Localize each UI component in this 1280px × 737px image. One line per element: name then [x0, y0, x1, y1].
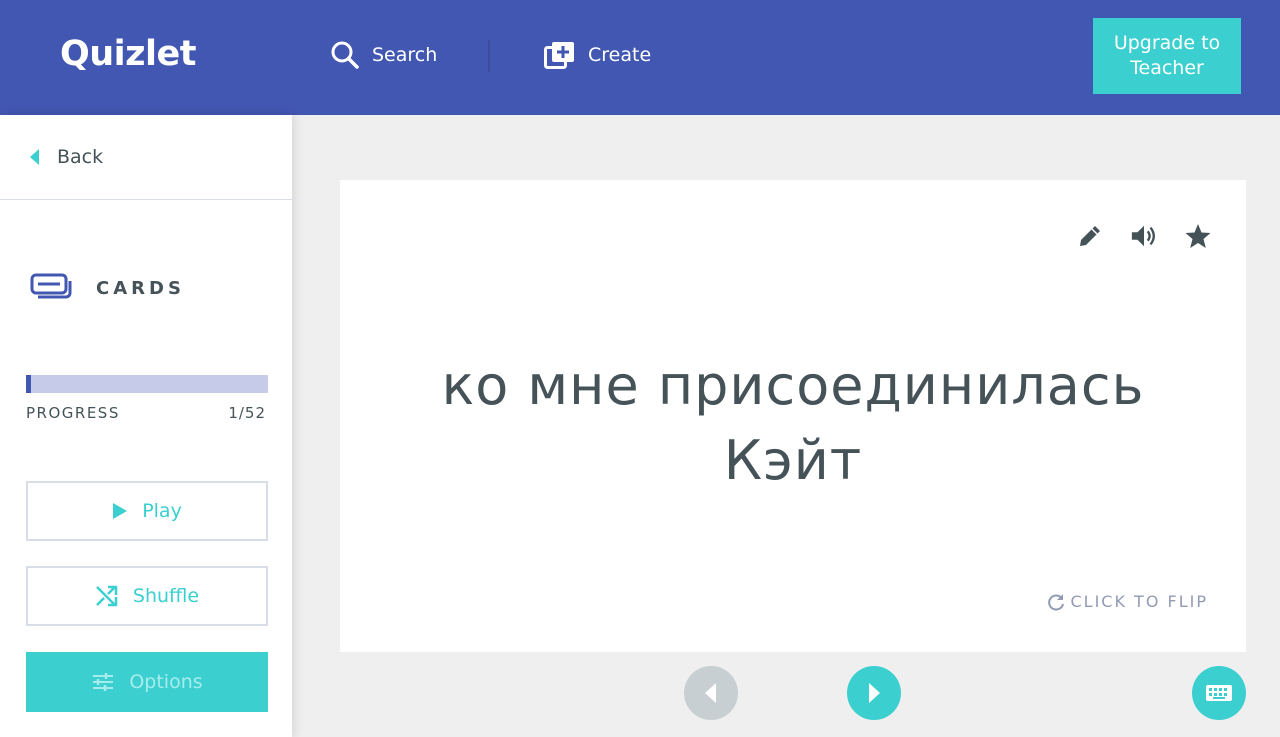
shuffle-label: Shuffle	[132, 585, 200, 607]
edit-icon[interactable]	[1076, 222, 1104, 250]
study-sidebar: Back CARDS PROGRESS 1/52 Play Shuffle Op…	[0, 115, 292, 737]
progress-count: 1/52	[228, 404, 266, 422]
audio-icon[interactable]	[1130, 222, 1158, 250]
upgrade-to-teacher-button[interactable]: Upgrade to Teacher	[1093, 18, 1241, 94]
nav-divider	[488, 40, 490, 72]
progress-label: PROGRESS	[26, 404, 120, 422]
study-mode-selector[interactable]: CARDS	[30, 273, 185, 303]
flip-label: CLICK TO FLIP	[1070, 592, 1208, 611]
search-label: Search	[372, 44, 438, 66]
search-icon	[331, 41, 359, 69]
refresh-icon	[1047, 593, 1064, 610]
progress-bar-fill	[26, 375, 31, 393]
chevron-left-icon	[705, 683, 716, 703]
card-actions	[1050, 222, 1212, 250]
search-button[interactable]: Search	[330, 38, 437, 72]
mode-label: CARDS	[96, 277, 185, 299]
cards-mode-icon	[30, 273, 72, 299]
play-icon	[113, 503, 128, 519]
sliders-icon	[93, 673, 114, 691]
chevron-right-icon	[869, 683, 880, 703]
create-label: Create	[588, 44, 652, 66]
back-label: Back	[57, 146, 104, 168]
create-button[interactable]: Create	[544, 38, 651, 72]
options-button[interactable]: Options	[26, 652, 268, 712]
create-set-icon	[544, 42, 574, 69]
keyboard-icon	[1206, 685, 1232, 701]
back-button[interactable]: Back	[30, 145, 103, 169]
shuffle-icon	[96, 585, 118, 607]
next-card-button[interactable]	[847, 666, 901, 720]
click-to-flip-hint[interactable]: CLICK TO FLIP	[1047, 592, 1209, 611]
previous-card-button[interactable]	[684, 666, 738, 720]
flashcard[interactable]: ко мне присоединилась Кэйт CLICK TO FLIP	[340, 180, 1246, 652]
card-term: ко мне присоединилась Кэйт	[441, 354, 1145, 492]
quizlet-logo[interactable]: Quizlet	[60, 34, 197, 74]
shuffle-button[interactable]: Shuffle	[26, 566, 268, 626]
play-button[interactable]: Play	[26, 481, 268, 541]
keyboard-shortcuts-button[interactable]	[1192, 666, 1246, 720]
star-icon[interactable]	[1184, 222, 1212, 250]
options-label: Options	[129, 671, 203, 693]
progress-bar	[26, 375, 268, 393]
sidebar-divider	[0, 199, 292, 200]
back-arrow-icon	[30, 149, 39, 165]
top-navigation-bar: Quizlet Search Create Upgrade to Teacher	[0, 0, 1280, 115]
play-label: Play	[142, 500, 182, 522]
